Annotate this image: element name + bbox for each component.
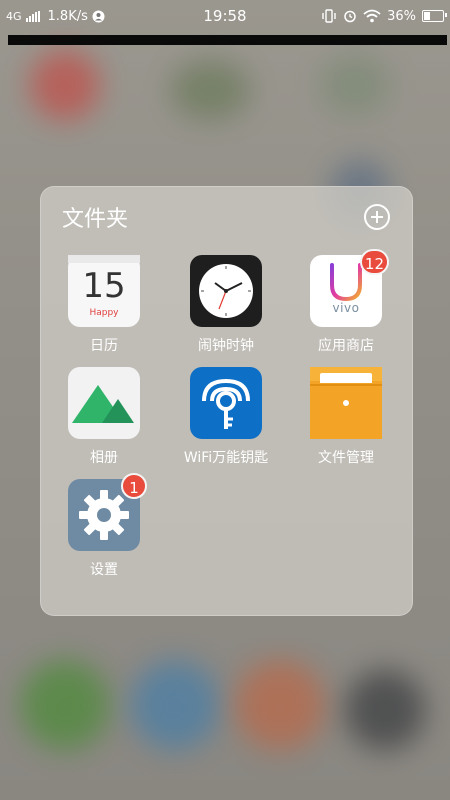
calendar-day: 15 (82, 266, 126, 306)
notification-badge: 1 (121, 473, 147, 499)
app-settings[interactable]: 1 设置 (49, 473, 159, 579)
app-gallery[interactable]: 相册 (49, 367, 159, 467)
app-store-icon: vivo 12 (310, 249, 389, 327)
clock-time: 19:58 (203, 7, 247, 25)
app-calendar[interactable]: 15 Happy 日历 (49, 255, 159, 355)
app-label: 设置 (90, 562, 118, 578)
app-label: 闹钟时钟 (198, 338, 254, 354)
notification-badge: 12 (359, 249, 389, 275)
app-label: WiFi万能钥匙 (183, 450, 269, 466)
wifi-key-icon (190, 367, 262, 439)
settings-gear-icon: 1 (68, 473, 147, 551)
plus-circle-icon[interactable] (364, 204, 390, 230)
gallery-icon (68, 367, 140, 439)
app-label: 日历 (90, 338, 118, 354)
app-file-manager[interactable]: 文件管理 (291, 367, 401, 467)
calendar-caption: Happy (89, 308, 119, 318)
calendar-icon: 15 Happy (68, 255, 140, 327)
status-bar: 4G 1.8K/s 19:58 36% (0, 0, 450, 32)
clock-icon (190, 255, 262, 327)
app-label: 应用商店 (318, 338, 374, 354)
notification-bar-strip (8, 35, 447, 45)
app-label: 相册 (90, 450, 118, 466)
app-folder: 文件夹 15 Happy 日历 闹钟时钟 vivo 12 应用商店 相册 WiF… (40, 186, 413, 616)
file-manager-icon (310, 367, 382, 439)
folder-title[interactable]: 文件夹 (62, 201, 128, 233)
app-wifi-key[interactable]: WiFi万能钥匙 (171, 367, 281, 467)
app-store[interactable]: vivo 12 应用商店 (291, 249, 401, 355)
battery-icon (422, 10, 447, 22)
brand-text: vivo (332, 301, 360, 315)
app-clock[interactable]: 闹钟时钟 (171, 255, 281, 355)
app-label: 文件管理 (318, 450, 374, 466)
